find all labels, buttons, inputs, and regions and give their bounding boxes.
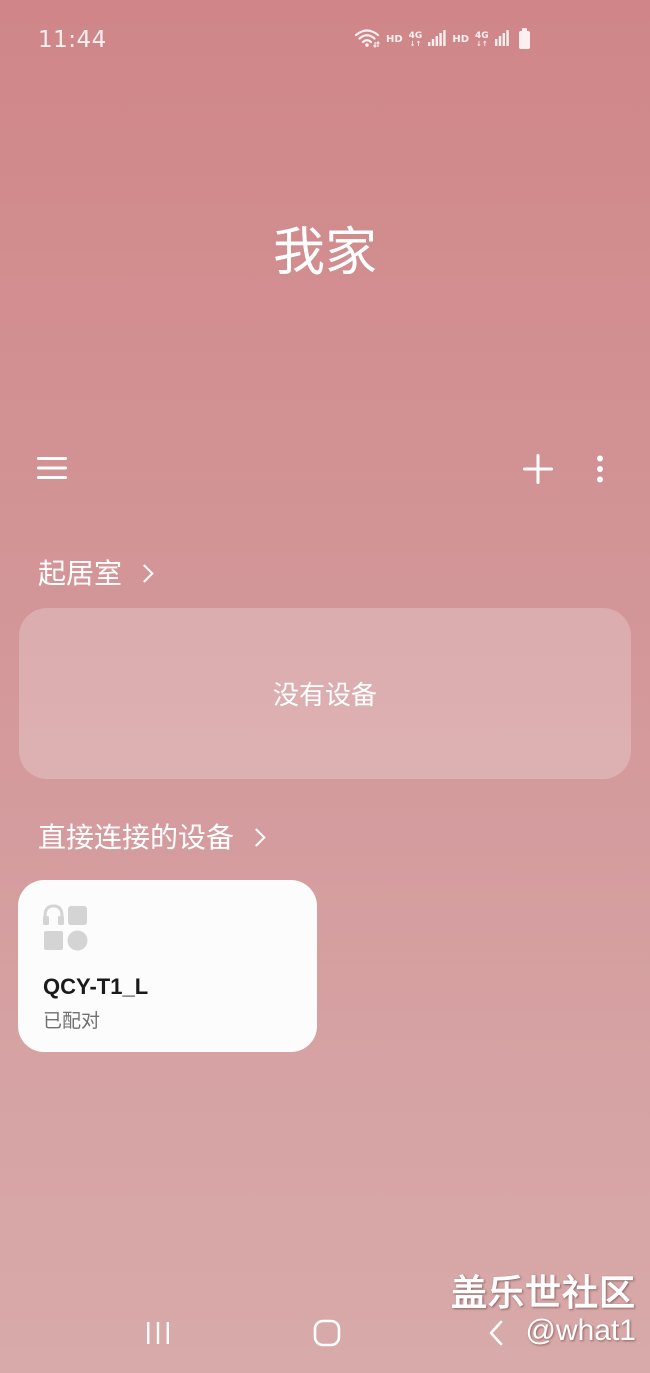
plus-icon (523, 454, 553, 488)
no-devices-text: 没有设备 (272, 681, 377, 711)
more-vertical-icon (596, 455, 604, 487)
device-name: QCY-T1_L (43, 974, 149, 999)
status-time: 11:44 (38, 27, 107, 53)
chevron-right-icon (247, 827, 266, 847)
signal-icon-2 (494, 30, 509, 50)
recent-apps-icon (145, 1321, 171, 1349)
direct-devices-title: 直接连接的设备 (38, 821, 235, 854)
watermark-title: 盖乐世社区 (450, 1273, 636, 1314)
status-bar: 11:44 HD 4G ↓↑ HD 4G ↓↑ (0, 0, 650, 80)
home-icon (313, 1319, 341, 1351)
chevron-right-icon (135, 563, 154, 583)
network-type-label: 4G ↓↑ (408, 31, 423, 48)
hamburger-menu-icon (37, 457, 67, 483)
room-header-living-room[interactable]: 起居室 (38, 552, 154, 592)
battery-icon (518, 28, 530, 49)
room-empty-card: 没有设备 (19, 608, 631, 779)
more-options-button[interactable] (580, 448, 620, 494)
recent-apps-button[interactable] (134, 1312, 182, 1358)
room-name: 起居室 (38, 557, 123, 590)
back-button[interactable] (476, 1312, 516, 1358)
device-card[interactable]: QCY-T1_L 已配对 (18, 880, 317, 1052)
headphones-device-icon (42, 904, 90, 952)
back-icon (488, 1320, 504, 1350)
network-type-label-2: 4G ↓↑ (475, 31, 489, 48)
hd-label: HD (386, 34, 403, 45)
direct-devices-header[interactable]: 直接连接的设备 (38, 816, 266, 856)
menu-button[interactable] (30, 448, 74, 492)
status-icons: HD 4G ↓↑ HD 4G ↓↑ (354, 28, 530, 52)
home-button[interactable] (303, 1312, 351, 1358)
add-device-button[interactable] (515, 448, 561, 494)
device-status: 已配对 (43, 1010, 101, 1032)
hd-label-2: HD (452, 34, 469, 45)
wifi-icon (354, 28, 380, 52)
signal-icon (428, 30, 446, 50)
watermark-user: @what1 (525, 1314, 636, 1347)
page-title: 我家 (272, 223, 377, 283)
